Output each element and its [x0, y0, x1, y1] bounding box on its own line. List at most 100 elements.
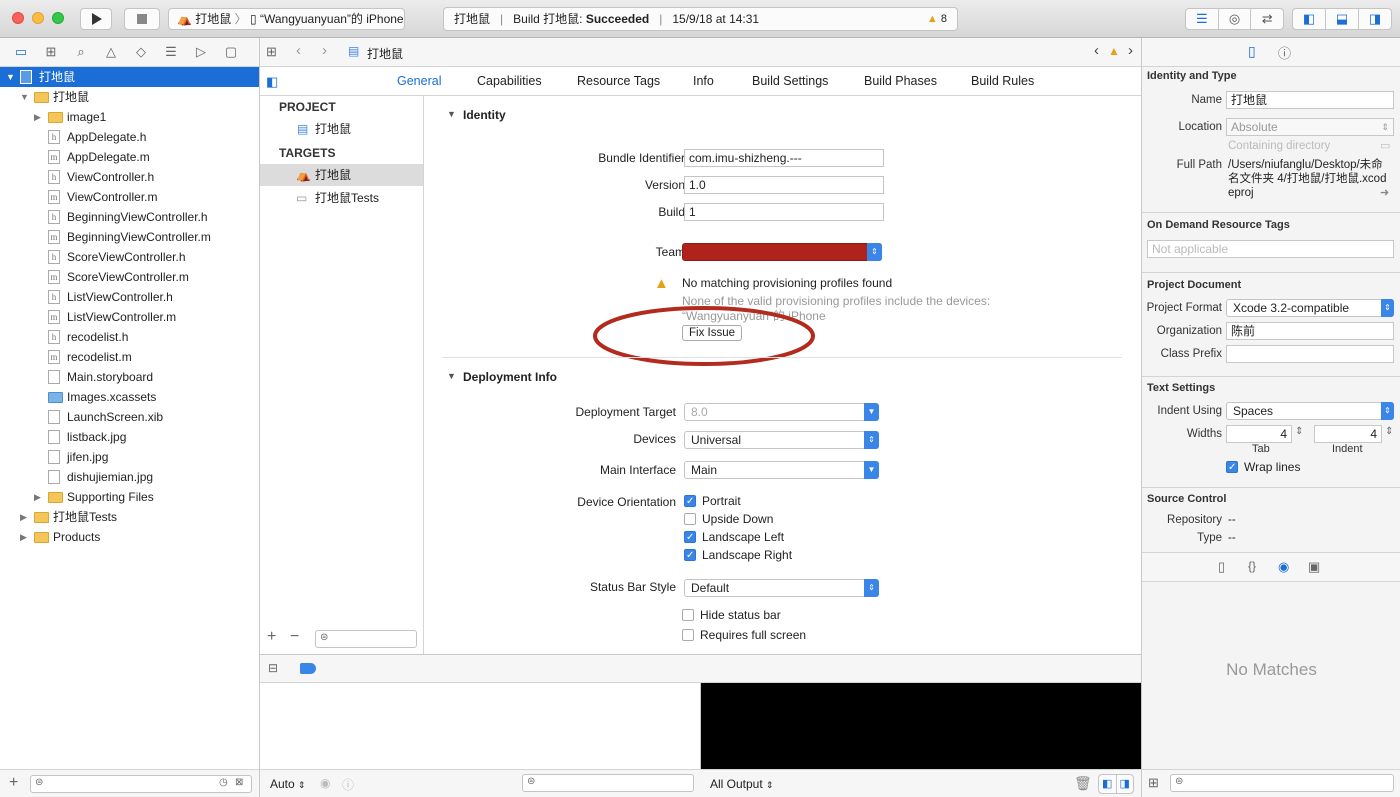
tab-build-phases[interactable]: Build Phases — [864, 74, 937, 88]
build-field[interactable]: 1 — [684, 203, 884, 221]
organization-field[interactable]: 陈前 — [1226, 322, 1394, 340]
scheme-selector[interactable]: ⛺ 打地鼠 〉 ▯ “Wangyuanyuan”的 iPhone — [168, 8, 405, 30]
search-icon[interactable]: ⌕ — [68, 44, 94, 60]
previous-issue-icon[interactable]: ‹ — [1094, 42, 1099, 59]
navigator-item[interactable]: LaunchScreen.xib — [0, 407, 259, 427]
variables-scope-popup[interactable]: Auto ⇕ — [270, 777, 306, 791]
on-demand-tags-field[interactable]: Not applicable — [1147, 240, 1394, 258]
tab-build-rules[interactable]: Build Rules — [971, 74, 1034, 88]
scm-filter-icon[interactable]: ⊠ — [235, 777, 243, 788]
orientation-portrait-checkbox[interactable]: Portrait — [684, 494, 741, 510]
remove-target-icon[interactable]: − — [290, 628, 299, 646]
test-icon[interactable]: ◇ — [128, 44, 154, 60]
navigator-item[interactable]: h ScoreViewController.h — [0, 247, 259, 267]
navigator-item[interactable]: ▶ Supporting Files — [0, 487, 259, 507]
debug-area-toggle-icon[interactable]: ⬓ — [1326, 9, 1359, 29]
disclosure-closed-icon[interactable]: ▶ — [34, 107, 41, 127]
tab-resource-tags[interactable]: Resource Tags — [577, 74, 660, 88]
orientation-upside-down-checkbox[interactable]: Upside Down — [684, 512, 773, 528]
navigator-item[interactable]: ▼ 打地鼠 — [0, 87, 259, 107]
standard-editor-icon[interactable]: ☰ — [1186, 9, 1219, 29]
deployment-target-combo[interactable]: 8.0 ▼ — [684, 403, 879, 421]
jump-bar-title[interactable]: 打地鼠 — [367, 45, 403, 62]
navigator-item[interactable]: jifen.jpg — [0, 447, 259, 467]
next-issue-icon[interactable]: › — [1128, 42, 1133, 59]
debug-layout-control[interactable]: ◧ ◨ — [1098, 774, 1134, 794]
target-tests[interactable]: ▭ 打地鼠Tests — [260, 187, 423, 209]
navigator-item[interactable]: ▶ Products — [0, 527, 259, 547]
disclosure-open-icon[interactable]: ▼ — [20, 87, 29, 107]
variables-filter-input[interactable]: ⊜ — [522, 774, 694, 792]
warning-count-badge[interactable]: ▲ 8 — [927, 8, 947, 30]
close-window-button[interactable] — [12, 12, 24, 24]
code-snippet-icon[interactable]: {} — [1248, 559, 1256, 573]
add-target-icon[interactable]: + — [267, 628, 276, 646]
stop-button[interactable] — [124, 8, 160, 30]
quick-look-icon[interactable]: ◉ — [320, 776, 330, 790]
team-popup[interactable]: ⇕ — [682, 243, 882, 261]
run-button[interactable] — [80, 8, 112, 30]
indent-width-stepper[interactable]: ⇕ — [1385, 426, 1393, 437]
navigator-item[interactable]: h ViewController.h — [0, 167, 259, 187]
name-field[interactable]: 打地鼠 — [1226, 91, 1394, 109]
zoom-window-button[interactable] — [52, 12, 64, 24]
navigator-item[interactable]: listback.jpg — [0, 427, 259, 447]
tab-width-field[interactable]: 4 — [1226, 425, 1292, 443]
file-inspector-icon[interactable]: ▯ — [1248, 43, 1256, 60]
project-item[interactable]: ▤ 打地鼠 — [260, 118, 423, 140]
target-app[interactable]: ⛺ 打地鼠 — [260, 164, 423, 186]
debug-icon[interactable]: ☰ — [158, 44, 184, 60]
folder-icon[interactable]: ▭ — [1380, 139, 1390, 152]
show-variables-icon[interactable]: ◧ — [1099, 775, 1117, 793]
hide-debug-area-icon[interactable]: ⊟ — [268, 661, 278, 675]
view-toggle-control[interactable]: ◧ ⬓ ◨ — [1292, 8, 1392, 30]
utilities-toggle-icon[interactable]: ◨ — [1359, 9, 1391, 29]
project-format-popup[interactable]: Xcode 3.2-compatible ⇕ — [1226, 299, 1394, 317]
targets-filter-input[interactable]: ⊜ — [315, 630, 417, 648]
add-icon[interactable]: + — [9, 774, 18, 792]
back-icon[interactable]: ‹ — [296, 42, 301, 59]
disclosure-closed-icon[interactable]: ▶ — [20, 507, 27, 527]
tab-width-stepper[interactable]: ⇕ — [1295, 426, 1303, 437]
navigator-item[interactable]: ▶ 打地鼠Tests — [0, 507, 259, 527]
quick-help-icon[interactable]: ⓘ — [1278, 43, 1291, 62]
file-template-icon[interactable]: ▯ — [1218, 559, 1225, 575]
navigator-item[interactable]: m BeginningViewController.m — [0, 227, 259, 247]
disclosure-open-icon[interactable]: ▼ — [447, 371, 456, 381]
version-editor-icon[interactable]: ⇄ — [1251, 9, 1283, 29]
tab-general[interactable]: General — [397, 74, 441, 88]
navigator-filter-input[interactable]: ⊜ ◷ ⊠ — [30, 775, 252, 793]
issue-icon[interactable]: △ — [98, 44, 124, 60]
navigator-item[interactable]: h ListViewController.h — [0, 287, 259, 307]
navigator-item[interactable]: dishujiemian.jpg — [0, 467, 259, 487]
reveal-in-finder-icon[interactable]: ➜ — [1380, 186, 1389, 199]
tab-capabilities[interactable]: Capabilities — [477, 74, 542, 88]
disclosure-closed-icon[interactable]: ▶ — [20, 527, 27, 547]
bundle-identifier-field[interactable]: com.imu-shizheng.--- — [684, 149, 884, 167]
breakpoints-toggle-icon[interactable] — [300, 663, 316, 674]
info-icon[interactable]: ⓘ — [342, 776, 354, 793]
navigator-item[interactable]: m AppDelegate.m — [0, 147, 259, 167]
media-library-icon[interactable]: ▣ — [1308, 559, 1320, 575]
trash-icon[interactable]: 🗑 — [1074, 775, 1092, 792]
grid-view-icon[interactable]: ⊞ — [1148, 775, 1159, 791]
navigator-item[interactable]: h AppDelegate.h — [0, 127, 259, 147]
library-filter-input[interactable]: ⊜ — [1170, 774, 1394, 792]
show-console-icon[interactable]: ◨ — [1117, 775, 1134, 793]
navigator-item[interactable]: ▼ 打地鼠 — [0, 67, 259, 87]
main-interface-combo[interactable]: Main ▼ — [684, 461, 879, 479]
warning-icon[interactable]: ▲ — [1108, 44, 1120, 58]
tab-info[interactable]: Info — [693, 74, 714, 88]
orientation-landscape-left-checkbox[interactable]: Landscape Left — [684, 530, 784, 546]
navigator-item[interactable]: Images.xcassets — [0, 387, 259, 407]
navigator-item[interactable]: ▶ image1 — [0, 107, 259, 127]
related-items-icon[interactable]: ⊞ — [266, 44, 277, 60]
indent-using-popup[interactable]: Spaces ⇕ — [1226, 402, 1394, 420]
navigator-item[interactable]: h BeginningViewController.h — [0, 207, 259, 227]
recent-icon[interactable]: ◷ — [219, 777, 228, 788]
console-output-popup[interactable]: All Output ⇕ — [710, 777, 774, 791]
tab-build-settings[interactable]: Build Settings — [752, 74, 828, 88]
devices-popup[interactable]: Universal ⇕ — [684, 431, 879, 449]
navigator-item[interactable]: m recodelist.m — [0, 347, 259, 367]
navigator-item[interactable]: Main.storyboard — [0, 367, 259, 387]
